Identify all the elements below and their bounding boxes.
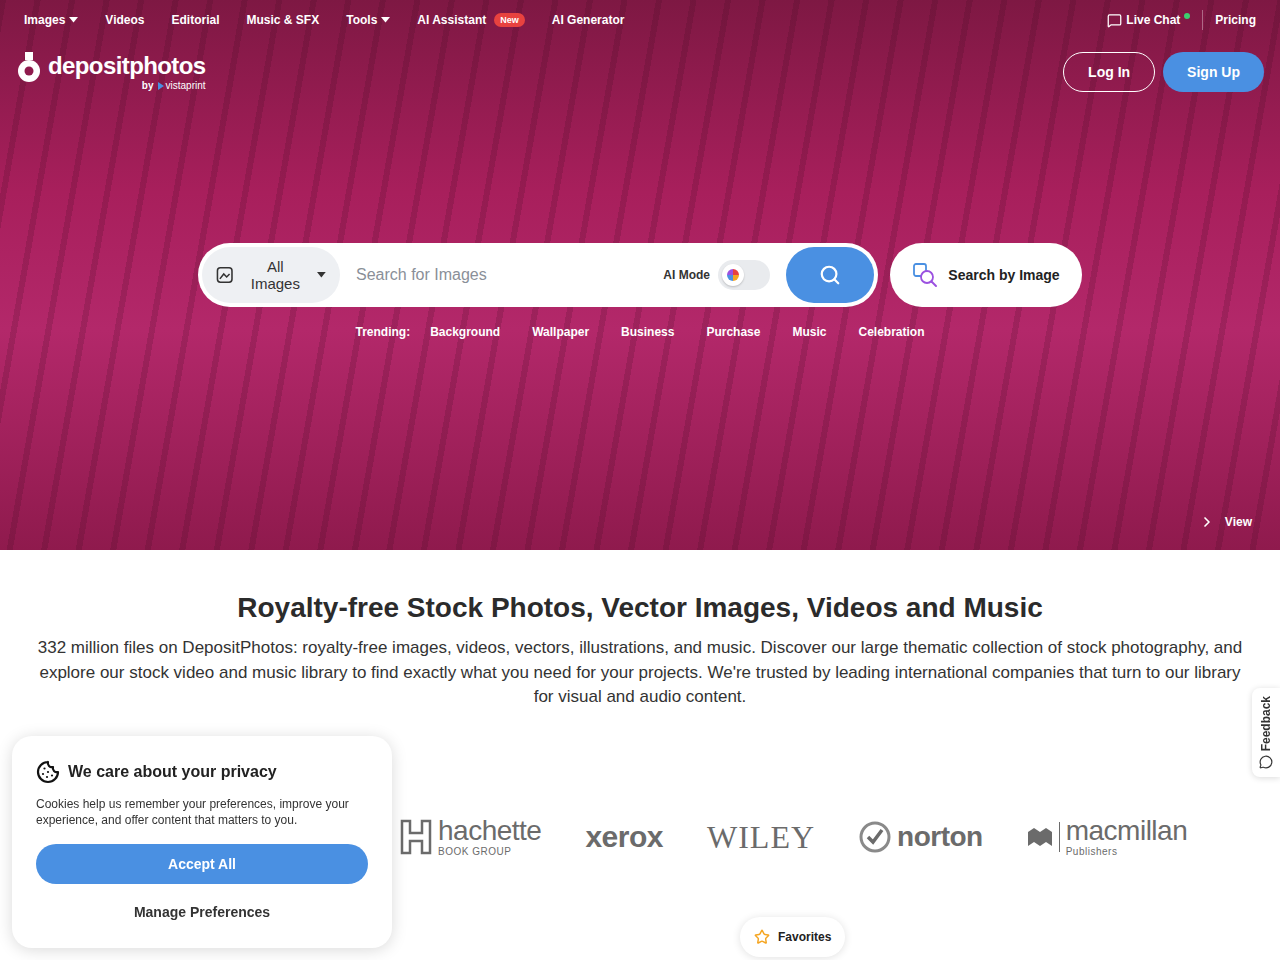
client-text: xerox [585,822,663,852]
trending-item[interactable]: Business [621,325,674,339]
client-logo: norton [859,821,983,853]
client-name: xerox [585,822,663,852]
intro-title: Royalty-free Stock Photos, Vector Images… [28,590,1252,626]
trending-item[interactable]: Celebration [858,325,924,339]
feedback-tab[interactable]: Feedback [1252,688,1280,777]
dropdown-arrow-icon [317,272,326,278]
ai-spark-icon [727,269,739,281]
nav-links: Images Videos Editorial Music & SFX Tools AI … [24,13,624,27]
client-name: macmillan [1066,817,1188,845]
client-logo: WILEY [707,821,815,853]
search-by-image-button[interactable]: Search by Image [890,243,1082,307]
logo-mark-icon [16,52,42,84]
partner-name: vistaprint [158,80,206,92]
nav-item[interactable]: Images [24,13,78,27]
client-name: WILEY [707,821,815,853]
cookie-text: Cookies help us remember your preference… [36,796,368,828]
top-nav: Images Videos Editorial Music & SFX Tools AI … [0,0,1280,40]
hero-footer: View [0,514,1280,550]
nav-item[interactable]: Music & SFX [247,13,320,27]
cookie-title: We care about your privacy [68,763,277,781]
trending-item[interactable]: Wallpaper [532,325,589,339]
partner-mark-icon [158,82,164,90]
client-name: hachette [438,817,541,845]
live-chat[interactable]: Live Chat [1107,13,1190,28]
logo-row: depositphotosbyvistaprint Log InSign Up [0,48,1280,96]
nav-item[interactable]: Editorial [172,13,220,27]
feedback-icon [1259,755,1273,769]
logo-by: byvistaprint [142,80,206,92]
hero: Images Videos Editorial Music & SFX Tools AI … [0,0,1280,550]
hachette-mark-icon [400,819,432,855]
cookie-header: We care about your privacy [36,760,368,784]
auth-buttons: Log InSign Up [1063,52,1264,92]
dropdown-arrow-icon [381,17,390,23]
logo-name: depositphotos [48,52,206,80]
client-text: macmillan Publishers [1066,817,1188,857]
category-select[interactable]: All Images [202,247,340,303]
nav-item[interactable]: AI AssistantNew [417,13,524,27]
trending-item[interactable]: Background [430,325,500,339]
trending-label: Trending: [355,325,410,339]
login-button[interactable]: Log In [1063,52,1155,92]
signup-button[interactable]: Sign Up [1163,52,1264,92]
online-dot [1184,13,1190,19]
search-input[interactable] [340,266,663,284]
favorites-button[interactable]: Favorites [740,917,845,957]
search-button[interactable] [786,247,874,303]
client-logo: hachette BOOK GROUP [400,817,541,857]
trending-item[interactable]: Music [792,325,826,339]
client-text: hachette BOOK GROUP [438,817,541,857]
search-bar: All Images AI Mode [198,243,878,307]
new-badge: New [494,13,525,27]
search-icon [819,264,841,286]
accept-all-button[interactable]: Accept All [36,844,368,884]
logo[interactable]: depositphotosbyvistaprint [16,52,206,92]
chevron-right-icon [1199,514,1215,530]
trending: Trending: Background Wallpaper Business Purc… [0,325,1280,339]
chat-icon [1107,13,1122,28]
ai-mode-label: AI Mode [663,268,710,282]
client-sub: BOOK GROUP [438,847,541,857]
cookie-icon [36,760,60,784]
logo-divider [1059,822,1060,852]
ai-mode-toggle[interactable] [718,260,770,290]
logo-text: depositphotosbyvistaprint [48,52,206,92]
norton-check-icon [859,821,891,853]
client-name: norton [897,823,983,851]
search-area: All Images AI Mode Search by Image [0,243,1280,307]
client-logo: macmillan Publishers [1027,817,1188,857]
star-icon [754,929,770,945]
cookie-banner: We care about your privacy Cookies help u… [12,736,392,948]
manage-preferences-button[interactable]: Manage Preferences [36,892,368,932]
dropdown-arrow-icon [69,17,78,23]
trending-list: Background Wallpaper Business Purchase Music… [430,325,924,339]
macmillan-mark-icon [1027,826,1053,848]
nav-item[interactable]: Tools [346,13,390,27]
nav-item[interactable]: AI Generator [552,13,625,27]
trending-item[interactable]: Purchase [706,325,760,339]
nav-divider [1202,10,1203,30]
pricing-link[interactable]: Pricing [1215,13,1256,27]
client-sub: Publishers [1066,847,1188,857]
view-link[interactable]: View [1199,514,1252,530]
intro-text: 332 million files on DepositPhotos: roya… [28,636,1252,710]
toggle-knob [722,264,744,286]
ai-mode: AI Mode [663,260,770,290]
feedback-label: Feedback [1259,696,1273,751]
client-logo: xerox [585,822,663,852]
intro: Royalty-free Stock Photos, Vector Images… [0,550,1280,710]
image-search-icon [912,262,938,288]
image-category-icon [216,266,233,284]
nav-right: Live Chat Pricing [1107,10,1256,30]
client-text: WILEY [707,821,815,853]
nav-item[interactable]: Videos [105,13,144,27]
client-text: norton [897,823,983,851]
